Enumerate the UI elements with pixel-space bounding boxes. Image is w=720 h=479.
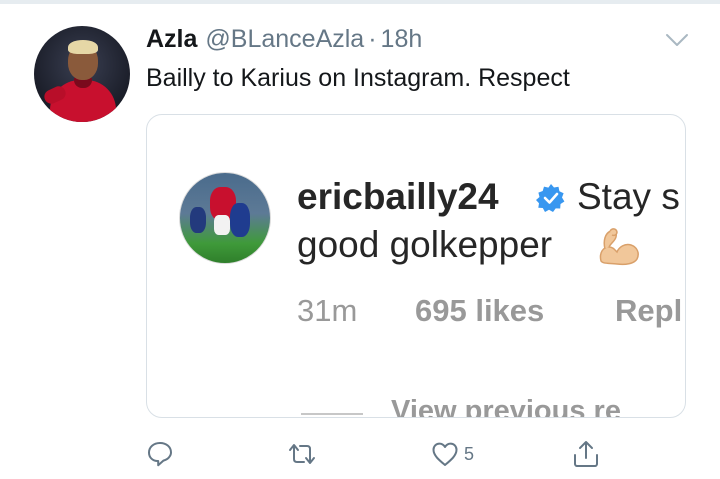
avatar-player-shorts [214,215,230,235]
author-name[interactable]: Azla [146,25,197,53]
instagram-comment-line-1: Stay s [577,176,680,217]
retweet-icon [289,444,315,464]
attached-image[interactable]: ericbailly24 Stay s good golkepper 31m 6… [146,114,686,418]
author-avatar[interactable] [34,26,130,122]
timestamp[interactable]: 18h [381,25,423,53]
like-button[interactable]: 5 [430,438,474,470]
verified-badge-icon [536,184,565,212]
chevron-down-icon[interactable] [664,32,690,48]
instagram-view-previous: View previous re [391,395,621,418]
avatar-player-left [190,207,206,233]
share-icon [574,441,598,467]
instagram-comment-time: 31m [297,293,358,328]
instagram-avatar [179,172,271,264]
tweet-header: Azla @BLanceAzla · 18h [146,24,422,54]
instagram-comment-line-2: good golkepper [297,224,553,265]
like-count: 5 [464,443,475,464]
flexed-biceps-icon [599,228,639,266]
separator-dot: · [368,25,377,53]
view-previous-divider [301,413,363,415]
share-button[interactable] [571,438,601,470]
avatar-player-blue [230,203,250,237]
tweet[interactable]: Azla @BLanceAzla · 18h Bailly to Karius on … [0,4,720,479]
tweet-actions: 5 [0,438,720,474]
instagram-likes: 695 likes [415,293,545,328]
author-handle[interactable]: @BLanceAzla [205,25,364,53]
reply-icon [148,442,172,467]
avatar-hair [68,40,98,54]
retweet-button[interactable] [287,438,317,470]
instagram-username: ericbailly24 [297,176,499,217]
instagram-reply: Repl [615,293,683,328]
reply-button[interactable] [145,438,175,470]
tweet-text: Bailly to Karius on Instagram. Respect [146,64,570,92]
heart-icon [432,442,458,466]
